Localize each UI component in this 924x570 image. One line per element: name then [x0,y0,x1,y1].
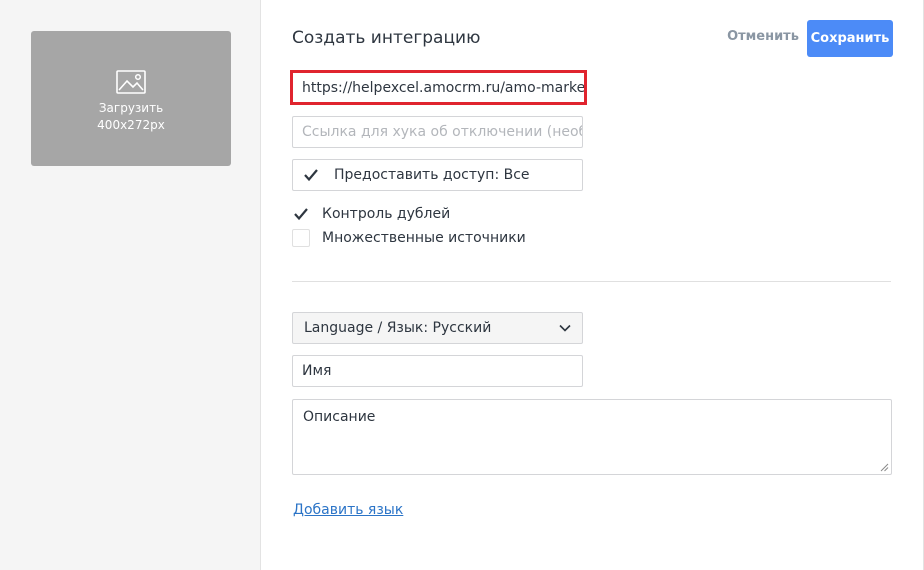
redirect-url-input[interactable]: https://helpexcel.amocrm.ru/amo-market/r [290,70,587,105]
duplicates-checkbox-box[interactable] [292,205,310,223]
upload-size: 400x272px [97,117,165,132]
redirect-url-value: https://helpexcel.amocrm.ru/amo-market/r [302,79,587,96]
disconnect-hook-placeholder: Ссылка для хука об отключении (необязате… [302,124,582,140]
checkmark-icon [294,208,308,221]
name-input[interactable]: Имя [292,355,583,387]
image-upload-button[interactable]: Загрузить 400x272px [31,31,231,166]
left-panel: Загрузить 400x272px [0,0,261,570]
duplicates-label: Контроль дублей [322,206,451,222]
multiple-sources-checkbox-box[interactable] [292,229,310,247]
multiple-sources-label: Множественные источники [322,230,526,246]
access-checkbox-box[interactable] [302,166,320,184]
description-placeholder: Описание [303,409,376,425]
access-label: Предоставить доступ: Все [334,167,530,183]
image-icon [116,69,146,94]
cancel-button[interactable]: Отменить [723,29,803,44]
resize-handle-icon[interactable] [880,463,889,472]
chevron-down-icon [559,324,571,332]
language-select-value: Language / Язык: Русский [304,320,492,336]
add-language-link[interactable]: Добавить язык [293,502,403,518]
save-button[interactable]: Сохранить [807,20,893,57]
checkmark-icon [304,169,318,182]
duplicates-control-checkbox[interactable]: Контроль дублей [292,205,450,223]
multiple-sources-checkbox[interactable]: Множественные источники [292,229,526,247]
upload-label: Загрузить [98,100,164,115]
description-textarea[interactable]: Описание [292,399,892,475]
name-placeholder: Имя [302,363,332,379]
language-select[interactable]: Language / Язык: Русский [292,312,583,344]
section-divider [292,281,891,282]
disconnect-hook-input[interactable]: Ссылка для хука об отключении (необязате… [292,116,583,148]
access-checkbox[interactable]: Предоставить доступ: Все [292,159,583,191]
page-title: Создать интеграцию [292,28,481,48]
